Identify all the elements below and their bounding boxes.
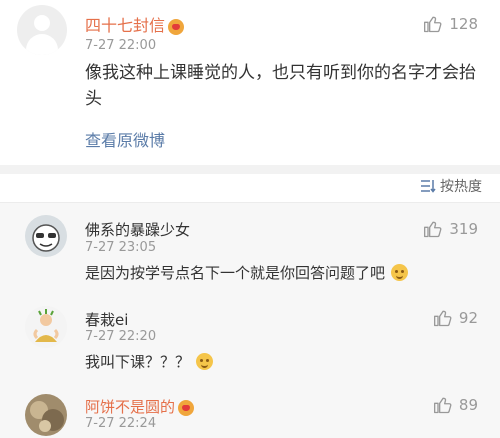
post-like-count: 128 [449, 15, 478, 33]
thumbs-up-icon [424, 221, 442, 238]
post-author-label[interactable]: 四十七封信 [85, 16, 165, 35]
comment-like-button[interactable]: 319 [423, 219, 478, 239]
comment-time: 7-27 22:24 [85, 416, 157, 431]
list-item: 春栽ei 7-27 22:20 92 我叫下课？？？ [0, 298, 500, 380]
view-original-link[interactable]: 查看原微博 [85, 127, 165, 151]
sort-list-icon [421, 180, 436, 193]
comment-author-label[interactable]: 阿饼不是圆的 [85, 398, 175, 416]
comment-time: 7-27 23:05 [85, 240, 157, 255]
thumbs-up-icon [433, 397, 452, 414]
smile-emoji-icon [391, 264, 409, 281]
comment-author[interactable]: 春栽ei [85, 309, 128, 330]
sort-bar: 按热度 [0, 174, 500, 202]
sort-label: 按热度 [440, 179, 482, 195]
comment-like-button[interactable]: 92 [433, 308, 478, 328]
section-divider [0, 165, 500, 174]
comment-avatar[interactable] [25, 215, 67, 257]
comment-text: 我叫下课？？？ [85, 351, 214, 372]
comment-like-count: 92 [458, 309, 478, 327]
post-text: 像我这种上课睡觉的人，也只有听到你的名字才会抬头 [85, 63, 476, 109]
comment-text-label: 我叫下课？？？ [85, 353, 191, 371]
comment-list: 佛系的暴躁少女 7-27 23:05 319 是因为按学号点名下一个就是你回答问… [0, 202, 500, 438]
post-like-button[interactable]: 128 [423, 14, 478, 34]
list-item: 阿饼不是圆的 7-27 22:24 89 [0, 388, 500, 438]
comment-avatar[interactable] [25, 394, 67, 436]
post-author-avatar[interactable] [17, 5, 67, 55]
post-time: 7-27 22:00 [85, 38, 157, 53]
weibo-comment-page: 四十七封信 7-27 22:00 128 像我这种上课睡觉的人，也只有听到你的名… [0, 0, 500, 438]
comment-avatar[interactable] [25, 306, 67, 348]
smile-emoji-icon [196, 353, 214, 370]
comment-text-label: 是因为按学号点名下一个就是你回答问题了吧 [85, 264, 386, 282]
vip-badge-icon [178, 399, 195, 416]
list-item: 佛系的暴躁少女 7-27 23:05 319 是因为按学号点名下一个就是你回答问… [0, 203, 500, 285]
comment-like-count: 89 [458, 396, 478, 414]
main-post: 四十七封信 7-27 22:00 128 像我这种上课睡觉的人，也只有听到你的名… [0, 0, 500, 165]
comment-author[interactable]: 佛系的暴躁少女 [85, 219, 190, 240]
thumbs-up-icon [433, 310, 452, 327]
thumbs-up-icon [424, 16, 442, 33]
post-author-name[interactable]: 四十七封信 [85, 12, 185, 36]
comment-author[interactable]: 阿饼不是圆的 [85, 396, 195, 417]
comment-like-button[interactable]: 89 [433, 395, 478, 415]
comment-like-count: 319 [449, 220, 478, 238]
comment-time: 7-27 22:20 [85, 329, 157, 344]
comment-text: 是因为按学号点名下一个就是你回答问题了吧 [85, 262, 409, 283]
sort-by-hot-button[interactable]: 按热度 [420, 176, 482, 196]
vip-badge-icon [168, 18, 185, 35]
